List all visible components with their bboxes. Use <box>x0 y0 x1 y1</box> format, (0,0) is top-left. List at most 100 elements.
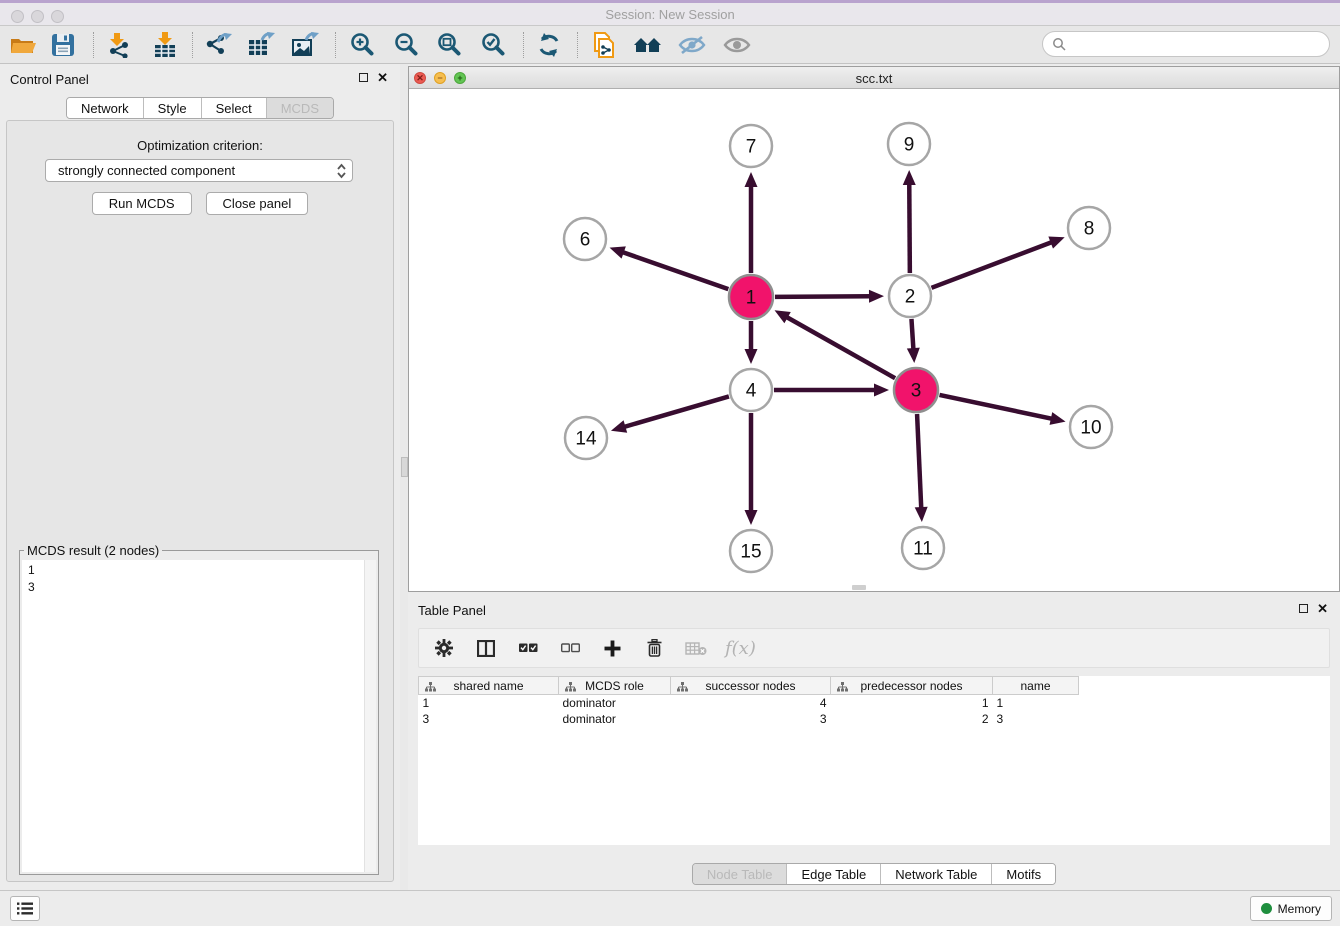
open-session-button[interactable] <box>6 29 40 61</box>
graph-edge-4-14[interactable] <box>611 396 729 432</box>
close-panel-icon[interactable]: ✕ <box>377 71 388 84</box>
graph-edge-2-3[interactable] <box>907 319 920 363</box>
tab-network[interactable]: Network <box>67 98 143 118</box>
graph-edge-3-1[interactable] <box>775 310 896 378</box>
chevron-up-down-icon <box>336 162 347 183</box>
graph-node-3[interactable]: 3 <box>894 368 938 412</box>
copy-network-button[interactable] <box>587 29 621 61</box>
table-cell[interactable]: 3 <box>993 711 1079 727</box>
column-header-shared-name[interactable]: shared name <box>419 677 559 695</box>
graph-edge-4-15[interactable] <box>745 413 758 525</box>
graph-node-6[interactable]: 6 <box>564 218 606 260</box>
table-row[interactable]: 1dominator411 <box>419 695 1079 711</box>
float-panel-icon[interactable] <box>359 73 368 82</box>
mcds-result-textarea[interactable]: 13 <box>22 560 376 872</box>
hide-graphics-details-button[interactable] <box>675 29 709 61</box>
table-cell[interactable]: 3 <box>419 711 559 727</box>
table-cell[interactable]: 3 <box>671 711 831 727</box>
show-graphics-details-button[interactable] <box>720 29 754 61</box>
gear-icon <box>435 639 453 657</box>
export-network-button[interactable] <box>201 29 235 61</box>
deselect-all-rows-button[interactable] <box>557 635 583 661</box>
home-icon <box>633 33 663 57</box>
table-settings-button[interactable] <box>431 635 457 661</box>
delete-column-button[interactable] <box>641 635 667 661</box>
graph-node-7[interactable]: 7 <box>730 125 772 167</box>
graph-edge-2-8[interactable] <box>932 236 1065 287</box>
network-canvas[interactable]: 7 9 6 8 1 2 4 3 14 10 15 11 <box>409 89 1339 591</box>
save-session-button[interactable] <box>46 29 80 61</box>
graph-edge-1-2[interactable] <box>775 290 884 303</box>
tab-edge-table[interactable]: Edge Table <box>786 864 880 884</box>
zoom-fit-button[interactable] <box>432 29 466 61</box>
window-title: Session: New Session <box>0 7 1340 22</box>
tab-mcds[interactable]: MCDS <box>266 98 333 118</box>
zoom-in-button[interactable] <box>345 29 379 61</box>
memory-status-button[interactable]: Memory <box>1250 896 1332 921</box>
table-cell[interactable]: 4 <box>671 695 831 711</box>
column-header-name[interactable]: name <box>993 677 1079 695</box>
tab-select[interactable]: Select <box>201 98 266 118</box>
close-panel-icon[interactable]: ✕ <box>1317 602 1328 615</box>
tab-node-table[interactable]: Node Table <box>693 864 787 884</box>
task-history-button[interactable] <box>10 896 40 921</box>
table-cell[interactable]: dominator <box>559 711 671 727</box>
column-header-predecessor-nodes[interactable]: predecessor nodes <box>831 677 993 695</box>
canvas-resize-grip[interactable] <box>852 585 866 590</box>
table-row[interactable]: 3dominator323 <box>419 711 1079 727</box>
optimization-criterion-dropdown[interactable]: strongly connected component <box>45 159 353 182</box>
zoom-selected-button[interactable] <box>476 29 510 61</box>
table-cell[interactable]: 1 <box>419 695 559 711</box>
tab-style[interactable]: Style <box>143 98 201 118</box>
graph-node-2[interactable]: 2 <box>889 275 931 317</box>
graph-node-1[interactable]: 1 <box>729 275 773 319</box>
graph-node-9[interactable]: 9 <box>888 123 930 165</box>
column-header-mcds-role[interactable]: MCDS role <box>559 677 671 695</box>
memory-label: Memory <box>1278 902 1321 916</box>
home-layout-button[interactable] <box>631 29 665 61</box>
result-scrollbar[interactable] <box>364 560 376 872</box>
show-columns-button[interactable] <box>473 635 499 661</box>
tab-motifs[interactable]: Motifs <box>991 864 1055 884</box>
graph-node-8[interactable]: 8 <box>1068 207 1110 249</box>
zoom-fit-icon <box>436 32 462 58</box>
graph-node-11[interactable]: 11 <box>902 527 944 569</box>
splitter-grip[interactable] <box>401 457 408 477</box>
export-image-button[interactable] <box>288 29 322 61</box>
graph-node-15[interactable]: 15 <box>730 530 772 572</box>
zoom-out-button[interactable] <box>389 29 423 61</box>
tab-network-table[interactable]: Network Table <box>880 864 991 884</box>
graph-node-14[interactable]: 14 <box>565 417 607 459</box>
graph-node-10[interactable]: 10 <box>1070 406 1112 448</box>
graph-edge-1-4[interactable] <box>745 321 758 364</box>
select-all-rows-button[interactable] <box>515 635 541 661</box>
node-table: shared nameMCDS rolesuccessor nodesprede… <box>418 676 1330 845</box>
table-cell[interactable]: dominator <box>559 695 671 711</box>
run-mcds-button[interactable]: Run MCDS <box>92 192 192 215</box>
graph-edge-1-7[interactable] <box>745 172 758 273</box>
graph-edge-1-6[interactable] <box>610 246 729 289</box>
graph-edge-3-10[interactable] <box>939 395 1065 425</box>
table-cell[interactable]: 1 <box>993 695 1079 711</box>
close-panel-button[interactable]: Close panel <box>206 192 309 215</box>
panel-splitter[interactable] <box>400 64 408 890</box>
table-cell[interactable]: 1 <box>831 695 993 711</box>
delete-table-button-disabled <box>683 635 709 661</box>
search-input[interactable] <box>1071 36 1329 53</box>
column-header-successor-nodes[interactable]: successor nodes <box>671 677 831 695</box>
graph-node-4[interactable]: 4 <box>730 369 772 411</box>
graph-edge-4-3[interactable] <box>774 384 889 397</box>
export-table-button[interactable] <box>244 29 278 61</box>
import-network-icon <box>105 32 131 58</box>
add-column-button[interactable] <box>599 635 625 661</box>
search-field[interactable] <box>1042 31 1330 57</box>
table-cell[interactable]: 2 <box>831 711 993 727</box>
import-table-button[interactable] <box>148 29 182 61</box>
import-network-button[interactable] <box>101 29 135 61</box>
hierarchy-icon <box>677 681 688 695</box>
graph-edge-3-11[interactable] <box>915 414 928 522</box>
float-panel-icon[interactable] <box>1299 604 1308 613</box>
graph-edge-2-9[interactable] <box>903 170 916 273</box>
refresh-layout-button[interactable] <box>532 29 566 61</box>
node-label: 9 <box>904 135 915 156</box>
